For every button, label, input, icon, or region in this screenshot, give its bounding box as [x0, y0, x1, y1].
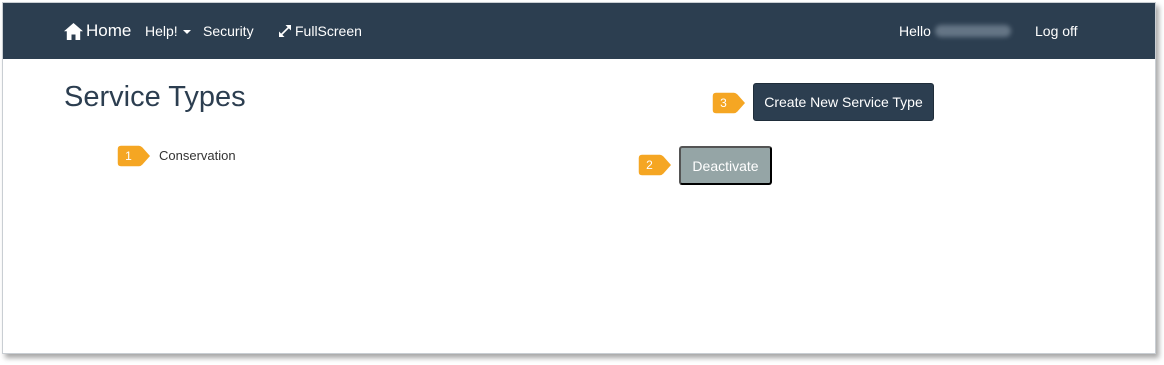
logoff-link[interactable]: Log off — [1035, 3, 1078, 59]
help-label: Help! — [145, 23, 178, 39]
deactivate-button[interactable]: Deactivate — [679, 146, 772, 185]
callout-marker-3: 3 — [711, 91, 748, 115]
security-link[interactable]: Security — [203, 3, 254, 59]
callout-number: 1 — [125, 149, 132, 163]
callout-number: 3 — [720, 96, 727, 110]
page-title: Service Types — [64, 81, 246, 113]
service-type-item[interactable]: Conservation — [159, 148, 236, 163]
home-link[interactable]: Home — [64, 3, 131, 59]
callout-number: 2 — [646, 158, 653, 172]
expand-arrows-icon — [279, 25, 291, 37]
home-icon — [64, 22, 83, 40]
fullscreen-link[interactable]: FullScreen — [278, 3, 362, 59]
help-menu[interactable]: Help! — [145, 3, 191, 59]
app-window: Home Help! Security FullScreen Hello Log… — [2, 2, 1156, 354]
fullscreen-label: FullScreen — [295, 23, 362, 39]
redacted-username — [934, 25, 1011, 37]
callout-marker-2: 2 — [637, 153, 674, 177]
user-greeting: Hello — [899, 3, 1011, 59]
caret-down-icon — [182, 30, 191, 34]
logoff-label: Log off — [1035, 23, 1078, 39]
create-new-service-type-button[interactable]: Create New Service Type — [753, 83, 934, 121]
hello-label: Hello — [899, 23, 931, 39]
callout-marker-1: 1 — [116, 144, 153, 168]
security-label: Security — [203, 23, 254, 39]
home-label: Home — [86, 21, 132, 40]
top-navbar: Home Help! Security FullScreen Hello Log… — [3, 3, 1155, 59]
